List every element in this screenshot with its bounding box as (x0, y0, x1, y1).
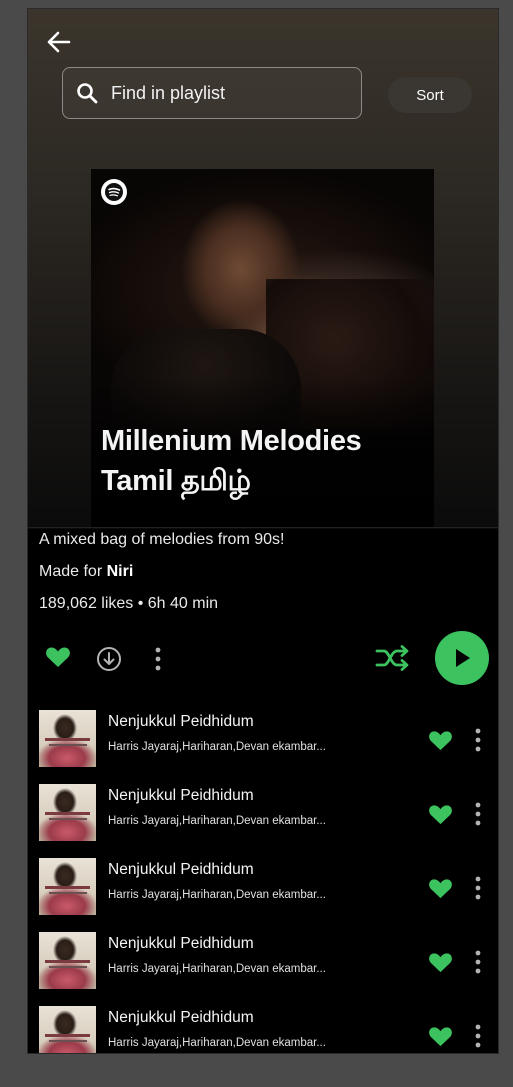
divider (28, 527, 498, 528)
track-more-button[interactable] (472, 801, 484, 832)
track-title: Nenjukkul Peidhidum (108, 861, 254, 878)
track-artist: Harris Jayaraj,Hariharan,Devan ekambar..… (108, 815, 326, 827)
track-row[interactable]: Nenjukkul Peidhidum Harris Jayaraj,Harih… (28, 784, 498, 844)
track-more-button[interactable] (472, 949, 484, 980)
cover-title-line1: Millenium Melodies (101, 425, 362, 457)
track-more-button[interactable] (472, 1023, 484, 1053)
track-like-button[interactable] (428, 803, 453, 831)
heart-filled-icon (429, 953, 452, 973)
track-like-button[interactable] (428, 951, 453, 979)
spotify-logo-icon (101, 179, 127, 205)
like-playlist-button[interactable] (45, 645, 71, 674)
made-for-user[interactable]: Niri (107, 563, 134, 580)
cover-title-line2: Tamil தமிழ் (101, 465, 251, 497)
more-vertical-icon (475, 1024, 481, 1048)
made-for-line: Made for Niri (39, 563, 133, 581)
track-album-art (39, 932, 96, 989)
track-title: Nenjukkul Peidhidum (108, 1009, 254, 1026)
playlist-cover-image: Millenium Melodies Tamil தமிழ் (91, 169, 434, 527)
track-row[interactable]: Nenjukkul Peidhidum Harris Jayaraj,Harih… (28, 858, 498, 918)
made-for-prefix: Made for (39, 563, 107, 580)
heart-filled-icon (46, 647, 70, 667)
more-vertical-icon (475, 950, 481, 974)
sort-button[interactable]: Sort (388, 77, 472, 113)
track-album-art (39, 784, 96, 841)
heart-filled-icon (429, 1027, 452, 1047)
heart-filled-icon (429, 731, 452, 751)
track-title: Nenjukkul Peidhidum (108, 713, 254, 730)
track-artist: Harris Jayaraj,Hariharan,Devan ekambar..… (108, 889, 326, 901)
download-button[interactable] (96, 646, 122, 677)
play-button[interactable] (435, 631, 489, 685)
more-vertical-icon (475, 728, 481, 752)
playlist-stats: 189,062 likes • 6h 40 min (39, 595, 219, 612)
more-vertical-icon (155, 647, 161, 671)
track-more-button[interactable] (472, 875, 484, 906)
more-options-button[interactable] (152, 646, 164, 677)
more-vertical-icon (475, 802, 481, 826)
track-album-art (39, 710, 96, 767)
track-more-button[interactable] (472, 727, 484, 758)
track-album-art (39, 1006, 96, 1053)
search-input[interactable] (109, 81, 333, 105)
download-icon (97, 647, 121, 671)
track-artist: Harris Jayaraj,Hariharan,Devan ekambar..… (108, 741, 326, 753)
play-icon (456, 649, 470, 667)
track-like-button[interactable] (428, 877, 453, 905)
back-arrow-icon[interactable] (46, 31, 72, 53)
track-artist: Harris Jayaraj,Hariharan,Devan ekambar..… (108, 1037, 326, 1049)
more-vertical-icon (475, 876, 481, 900)
shuffle-button[interactable] (375, 643, 411, 678)
track-row[interactable]: Nenjukkul Peidhidum Harris Jayaraj,Harih… (28, 710, 498, 770)
playlist-description: A mixed bag of melodies from 90s! (39, 531, 285, 548)
search-bar[interactable] (62, 67, 362, 119)
track-row[interactable]: Nenjukkul Peidhidum Harris Jayaraj,Harih… (28, 932, 498, 992)
track-title: Nenjukkul Peidhidum (108, 935, 254, 952)
cover-title: Millenium Melodies Tamil தமிழ் (101, 421, 362, 501)
track-title: Nenjukkul Peidhidum (108, 787, 254, 804)
heart-filled-icon (429, 805, 452, 825)
shuffle-icon (375, 645, 409, 671)
track-like-button[interactable] (428, 1025, 453, 1053)
heart-filled-icon (429, 879, 452, 899)
track-row[interactable]: Nenjukkul Peidhidum Harris Jayaraj,Harih… (28, 1006, 498, 1053)
track-artist: Harris Jayaraj,Hariharan,Devan ekambar..… (108, 963, 326, 975)
track-album-art (39, 858, 96, 915)
track-like-button[interactable] (428, 729, 453, 757)
search-icon (77, 83, 98, 104)
playlist-screen: Sort Millenium Melodies Tamil தமிழ் A mi… (27, 8, 499, 1054)
